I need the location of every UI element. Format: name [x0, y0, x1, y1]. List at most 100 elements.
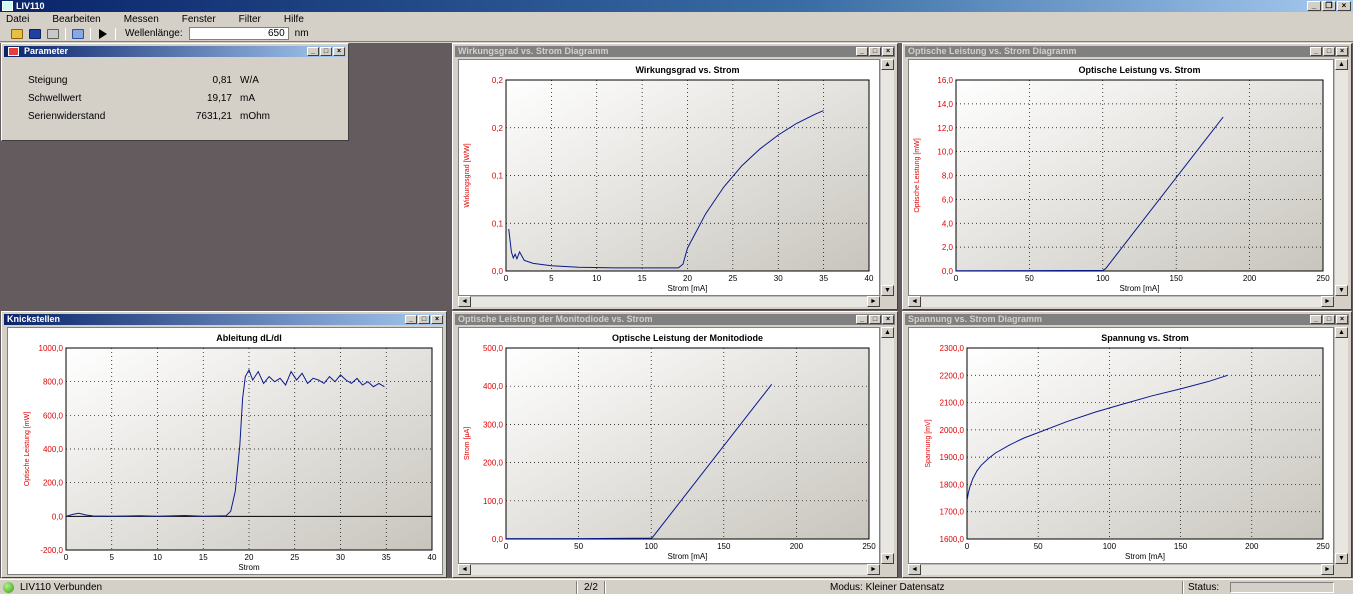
- x-tick-label: 40: [428, 553, 437, 562]
- y-tick-label: 500,0: [483, 344, 504, 353]
- y-tick-label: 2100,0: [940, 399, 965, 408]
- open-folder-button[interactable]: [8, 27, 25, 41]
- vertical-scrollbar[interactable]: ▲ ▼: [1334, 327, 1348, 564]
- horizontal-scrollbar[interactable]: ◄ ►: [908, 296, 1334, 307]
- run-button[interactable]: [94, 27, 111, 41]
- scroll-right-icon[interactable]: ►: [1321, 296, 1334, 307]
- scroll-right-icon[interactable]: ►: [1321, 564, 1334, 575]
- horizontal-scrollbar[interactable]: ◄ ►: [908, 564, 1334, 575]
- status-connection: LIV110 Verbunden: [20, 582, 103, 593]
- horizontal-scrollbar[interactable]: ◄ ►: [458, 296, 880, 307]
- chart-window-title: Spannung vs. Strom Diagramm: [905, 314, 1349, 325]
- minimize-button[interactable]: _: [856, 47, 868, 56]
- maximize-button[interactable]: □: [869, 47, 881, 56]
- maximize-button[interactable]: □: [320, 47, 332, 56]
- scroll-right-icon[interactable]: ►: [867, 564, 880, 575]
- close-button[interactable]: ×: [431, 315, 443, 324]
- param-value-schwellwert: 19,17: [206, 93, 232, 104]
- vertical-scrollbar[interactable]: ▲ ▼: [1334, 59, 1348, 296]
- scroll-left-icon[interactable]: ◄: [908, 564, 921, 575]
- y-tick-label: 200,0: [43, 479, 64, 488]
- wavelength-unit: nm: [294, 28, 309, 39]
- minimize-button[interactable]: _: [307, 47, 319, 56]
- y-tick-label: 8,0: [942, 172, 954, 181]
- x-tick-label: 35: [819, 274, 828, 283]
- vertical-scrollbar[interactable]: ▲ ▼: [880, 327, 894, 564]
- x-tick-label: 200: [790, 542, 804, 551]
- x-tick-label: 5: [110, 553, 115, 562]
- scroll-down-icon[interactable]: ▼: [1335, 285, 1348, 296]
- chart-area: Optische Leistung vs. Strom 0 50 100 150 200 2…: [908, 59, 1334, 296]
- param-label-steigung: Steigung: [28, 75, 68, 86]
- y-tick-label: 0,0: [492, 535, 504, 544]
- maximize-button[interactable]: □: [418, 315, 430, 324]
- chart-title: Optische Leistung vs. Strom: [1078, 65, 1200, 75]
- y-tick-label: 16,0: [937, 76, 953, 85]
- chart-window-title: Optische Leistung vs. Strom Diagramm: [905, 46, 1349, 57]
- maximize-button[interactable]: □: [1323, 315, 1335, 324]
- scroll-right-icon[interactable]: ►: [867, 296, 880, 307]
- scroll-left-icon[interactable]: ◄: [458, 296, 471, 307]
- close-button[interactable]: ×: [882, 315, 894, 324]
- wavelength-input[interactable]: 650: [188, 27, 289, 40]
- optical-power-chart-window: Optische Leistung vs. Strom Diagramm _ □ × O…: [902, 43, 1352, 310]
- parameter-window: Parameter _ □ × Steigung 0,81 W/A Schwel…: [1, 43, 349, 141]
- close-button[interactable]: ×: [333, 47, 345, 56]
- plot-background: [966, 347, 1324, 540]
- efficiency-chart-window: Wirkungsgrad vs. Strom Diagramm _ □ × Wirkun…: [452, 43, 898, 310]
- y-tick-label: 100,0: [483, 497, 504, 506]
- x-tick-label: 50: [574, 542, 583, 551]
- x-tick-label: 200: [1243, 274, 1257, 283]
- maximize-button[interactable]: □: [869, 315, 881, 324]
- scroll-left-icon[interactable]: ◄: [908, 296, 921, 307]
- menu-filter[interactable]: Filter: [239, 14, 261, 25]
- scroll-up-icon[interactable]: ▲: [1335, 59, 1348, 70]
- x-tick-label: 30: [336, 553, 345, 562]
- y-tick-label: 600,0: [43, 411, 64, 420]
- scroll-left-icon[interactable]: ◄: [458, 564, 471, 575]
- scroll-up-icon[interactable]: ▲: [881, 59, 894, 70]
- minimize-button[interactable]: _: [1310, 47, 1322, 56]
- x-tick-label: 0: [954, 274, 959, 283]
- minimize-button[interactable]: _: [1307, 1, 1321, 11]
- menu-fenster[interactable]: Fenster: [182, 14, 216, 25]
- y-tick-label: 0,1: [492, 172, 504, 181]
- copy-button[interactable]: [69, 27, 86, 41]
- vertical-scrollbar[interactable]: ▲ ▼: [880, 59, 894, 296]
- y-tick-label: 14,0: [937, 100, 953, 109]
- scroll-down-icon[interactable]: ▼: [881, 285, 894, 296]
- horizontal-scrollbar[interactable]: ◄ ►: [458, 564, 880, 575]
- maximize-button[interactable]: □: [1323, 47, 1335, 56]
- scroll-up-icon[interactable]: ▲: [1335, 327, 1348, 338]
- y-tick-label: 1900,0: [940, 453, 965, 462]
- minimize-button[interactable]: _: [1310, 315, 1322, 324]
- print-button[interactable]: [44, 27, 61, 41]
- app-title: LIV110: [16, 1, 45, 11]
- param-unit-schwellwert: mA: [240, 93, 255, 104]
- printer-icon: [46, 28, 59, 39]
- x-tick-label: 25: [290, 553, 299, 562]
- menu-datei[interactable]: Datei: [6, 14, 29, 25]
- y-tick-label: 2000,0: [940, 426, 965, 435]
- parameter-title: Parameter: [24, 46, 69, 56]
- restore-button[interactable]: ❐: [1322, 1, 1336, 11]
- menu-bearbeiten[interactable]: Bearbeiten: [52, 14, 100, 25]
- save-button[interactable]: [26, 27, 43, 41]
- plot-background: [955, 79, 1324, 272]
- close-button[interactable]: ×: [882, 47, 894, 56]
- status-page: 2/2: [584, 582, 598, 593]
- close-button[interactable]: ×: [1336, 47, 1348, 56]
- menu-hilfe[interactable]: Hilfe: [284, 14, 304, 25]
- scroll-up-icon[interactable]: ▲: [881, 327, 894, 338]
- toolbar-separator: [90, 27, 91, 40]
- menu-messen[interactable]: Messen: [124, 14, 159, 25]
- x-tick-label: 10: [592, 274, 601, 283]
- toolbar-separator: [115, 27, 116, 40]
- x-tick-label: 10: [153, 553, 162, 562]
- close-button[interactable]: ×: [1336, 315, 1348, 324]
- scroll-down-icon[interactable]: ▼: [1335, 553, 1348, 564]
- scroll-down-icon[interactable]: ▼: [881, 553, 894, 564]
- minimize-button[interactable]: _: [856, 315, 868, 324]
- close-button[interactable]: ×: [1337, 1, 1351, 11]
- minimize-button[interactable]: _: [405, 315, 417, 324]
